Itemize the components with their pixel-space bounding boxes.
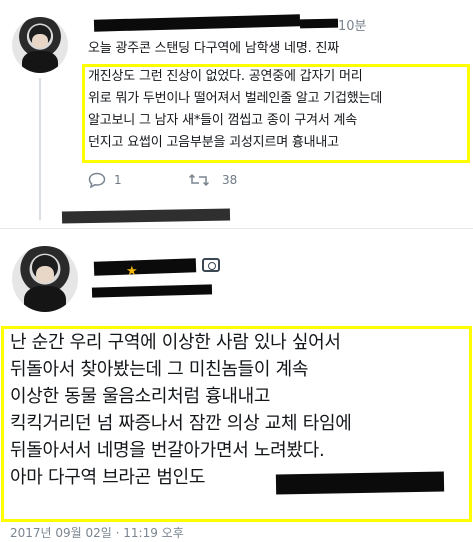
tweet-timestamp: 2017년 09월 02일 · 11:19 오후	[10, 526, 184, 540]
retweet-button[interactable]: 38	[188, 172, 237, 188]
star-icon: ★	[126, 264, 138, 279]
tweet-text-line: 개진상도 그런 진상이 없었다. 공연중에 갑자기 머리	[88, 69, 363, 84]
redacted-handle	[91, 284, 213, 298]
redacted-username	[93, 14, 301, 32]
tweet-text-line: 아마 다구역 브라곤 범인도	[10, 467, 206, 488]
reply-count: 1	[114, 173, 122, 187]
retweet-count: 38	[222, 173, 238, 187]
tweet-text-line: 킥킥거리던 넘 짜증나서 잠깐 의상 교체 타임에	[10, 413, 352, 434]
avatar[interactable]	[12, 246, 78, 312]
tweet-time: 10분	[338, 19, 367, 34]
retweet-icon	[188, 173, 210, 187]
reply-icon	[88, 172, 106, 188]
redacted-handle	[299, 18, 339, 29]
tweet-text-line: 난 순간 우리 구역에 이상한 사람 있나 싶어서	[10, 332, 341, 353]
tweet-text-line: 위로 뭐가 두번이나 떨어져서 벌레인줄 알고 기겁했는데	[88, 91, 383, 106]
tweet-text-line: 이상한 동물 울음소리처럼 흉내내고	[10, 386, 271, 407]
redacted-username	[93, 258, 197, 276]
tweet-text-line: 오늘 광주콘 스탠딩 다구역에 남학생 네명. 진짜	[88, 41, 339, 56]
tweet-text-line: 뒤돌아서서 네명을 번갈아가면서 노려봤다.	[10, 440, 325, 461]
tweet-text-line: 알고보니 그 남자 새*들이 껌씹고 종이 구겨서 계속	[88, 113, 358, 128]
tweet-text-line: 뒤돌아서 찾아봤는데 그 미친놈들이 계속	[10, 359, 309, 380]
reply-button[interactable]: 1	[88, 172, 122, 188]
avatar[interactable]	[12, 17, 68, 73]
camera-icon	[202, 258, 220, 272]
redacted-text	[275, 471, 445, 495]
tweet-text-line: 던지고 요썹이 고음부분을 괴성지르며 흉내내고	[88, 135, 339, 150]
tweet-divider	[0, 228, 473, 229]
redacted-thread-info	[61, 208, 231, 224]
thread-line	[39, 78, 41, 220]
